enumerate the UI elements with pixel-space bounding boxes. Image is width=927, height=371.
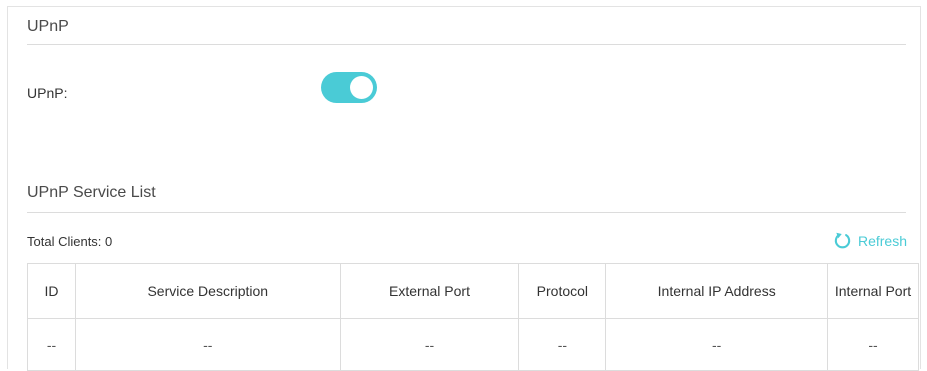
section-divider	[27, 44, 906, 45]
cell-service-description: --	[74, 318, 341, 371]
col-header-external-port: External Port	[339, 263, 520, 319]
cell-internal-port: --	[827, 318, 919, 371]
col-header-protocol: Protocol	[518, 263, 607, 319]
cell-protocol: --	[518, 318, 607, 371]
col-header-service-description: Service Description	[74, 263, 341, 319]
service-table: ID Service Description External Port Pro…	[27, 263, 919, 371]
upnp-toggle[interactable]	[321, 72, 377, 103]
col-header-internal-ip-address: Internal IP Address	[605, 263, 829, 319]
col-header-internal-port: Internal Port	[827, 263, 919, 319]
cell-id: --	[27, 318, 76, 371]
table-header-row: ID Service Description External Port Pro…	[27, 263, 919, 319]
toggle-knob	[350, 76, 373, 99]
section-divider	[27, 212, 906, 213]
refresh-icon	[834, 232, 851, 249]
upnp-section-title: UPnP	[27, 18, 69, 35]
cell-internal-ip-address: --	[605, 318, 829, 371]
total-clients-count: Total Clients: 0	[27, 234, 113, 249]
table-row: -- -- -- -- -- --	[27, 318, 919, 371]
cell-external-port: --	[339, 318, 520, 371]
refresh-label: Refresh	[857, 232, 907, 249]
upnp-panel: UPnP UPnP: UPnP Service List Total Clien…	[7, 6, 921, 371]
col-header-id: ID	[27, 263, 76, 319]
refresh-button[interactable]: Refresh	[833, 231, 907, 250]
upnp-toggle-label: UPnP:	[27, 85, 68, 101]
service-list-title: UPnP Service List	[27, 184, 156, 201]
